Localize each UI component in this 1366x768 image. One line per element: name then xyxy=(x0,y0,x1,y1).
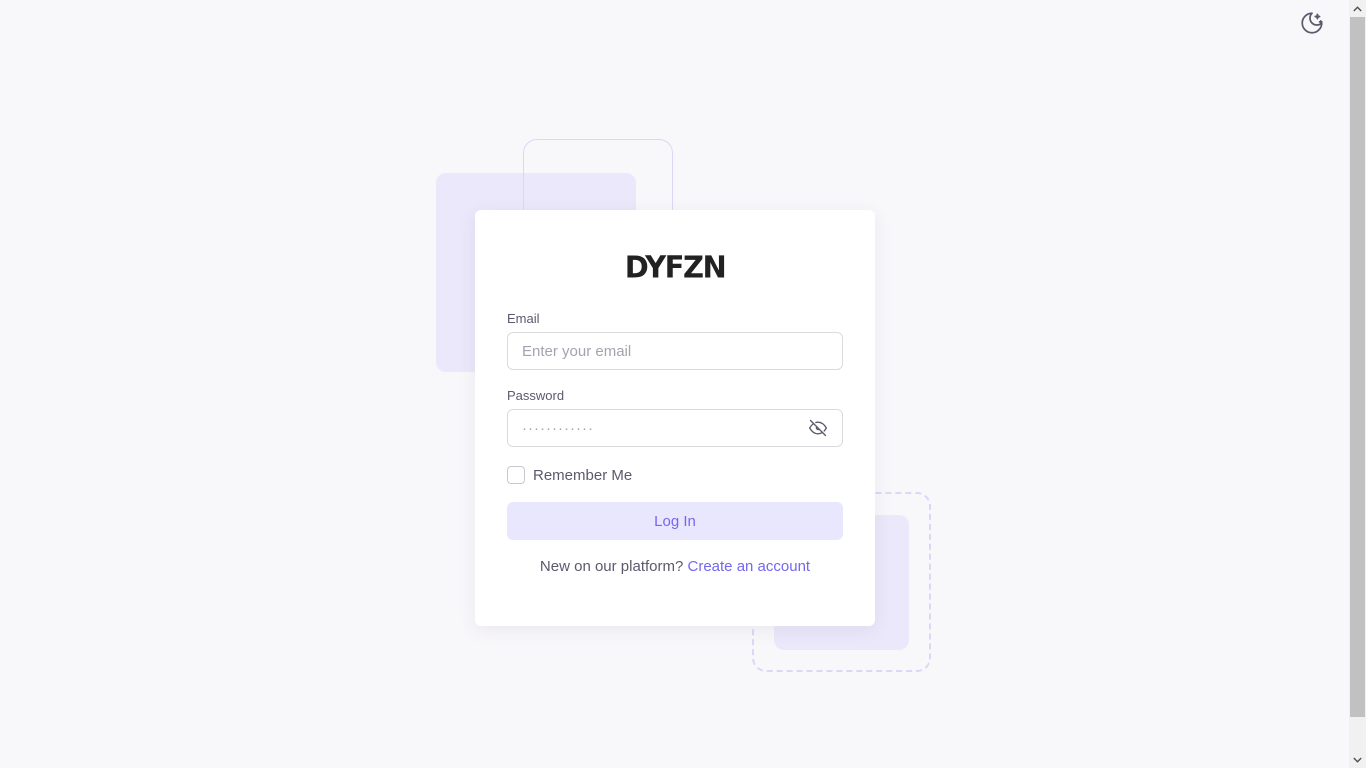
signup-prompt: New on our platform? Create an account xyxy=(475,558,875,575)
create-account-link[interactable]: Create an account xyxy=(688,558,811,575)
eye-off-icon xyxy=(809,419,827,437)
email-field[interactable] xyxy=(507,332,843,370)
moon-stars-icon xyxy=(1301,12,1323,34)
scroll-down-arrow[interactable] xyxy=(1349,751,1366,768)
scroll-up-arrow[interactable] xyxy=(1349,0,1366,17)
remember-me-label: Remember Me xyxy=(533,466,633,484)
password-field[interactable] xyxy=(507,409,843,447)
vertical-scrollbar[interactable] xyxy=(1349,0,1366,768)
password-visibility-toggle[interactable] xyxy=(807,418,829,438)
login-button[interactable]: Log In xyxy=(507,502,843,540)
login-card: DYFZN Email Password Remember Me Log In … xyxy=(475,210,875,626)
theme-toggle-button[interactable] xyxy=(1298,9,1326,37)
signup-prompt-text: New on our platform? xyxy=(539,558,684,575)
scrollbar-thumb[interactable] xyxy=(1350,17,1365,717)
remember-me-checkbox[interactable] xyxy=(507,466,525,484)
login-page: DYFZN Email Password Remember Me Log In … xyxy=(0,0,1366,768)
brand-logo: DYFZN xyxy=(624,249,727,285)
password-label: Password xyxy=(507,388,565,403)
remember-me[interactable]: Remember Me xyxy=(507,466,632,484)
email-label: Email xyxy=(507,311,540,326)
